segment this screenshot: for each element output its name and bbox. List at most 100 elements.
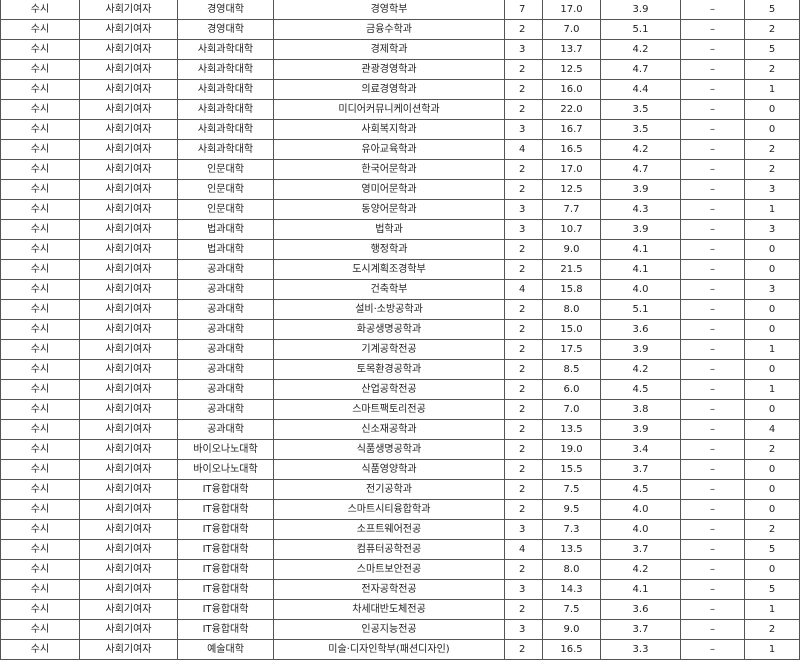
grade-cell: 4.1 [600,579,681,600]
grade-cell: 3.7 [600,459,681,480]
admission-type-cell: 수시 [0,559,80,580]
category-cell: 사회기여자 [79,559,178,580]
table-body: 수시 사회기여자 경영대학 경영학부 7 17.0 3.9–5 수시 사회기여자 경영대학 금융수학… [0,0,800,660]
department-cell: 행정학과 [273,239,505,260]
category-cell: 사회기여자 [79,459,178,480]
table-row: 수시 사회기여자 법과대학 법학과 3 10.7 3.9–3 [0,219,800,240]
category-cell: 사회기여자 [79,639,178,660]
category-cell: 사회기여자 [79,59,178,80]
waitlist-cell: 5 [744,539,800,560]
competition-rate-cell: 13.5 [542,419,601,440]
competition-rate-cell: 6.0 [542,379,601,400]
quota-cell: 4 [504,279,543,300]
category-cell: 사회기여자 [79,139,178,160]
dash-cell: – [680,259,745,280]
table-row: 수시 사회기여자 공과대학 산업공학전공 2 6.0 4.5–1 [0,379,800,400]
table-row: 수시 사회기여자 공과대학 도시계획조경학부 2 21.5 4.1–0 [0,259,800,280]
admission-type-cell: 수시 [0,539,80,560]
department-cell: 미디어커뮤니케이션학과 [273,99,505,120]
table-row: 수시 사회기여자 법과대학 행정학과 2 9.0 4.1–0 [0,239,800,260]
department-cell: 미술·디자인학부(패션디자인) [273,639,505,660]
waitlist-cell: 3 [744,219,800,240]
dash-cell: – [680,319,745,340]
competition-rate-cell: 17.0 [542,159,601,180]
category-cell: 사회기여자 [79,159,178,180]
department-cell: 인공지능전공 [273,619,505,640]
dash-cell: – [680,559,745,580]
grade-cell: 4.1 [600,259,681,280]
grade-cell: 4.3 [600,199,681,220]
category-cell: 사회기여자 [79,179,178,200]
admission-type-cell: 수시 [0,419,80,440]
table-row: 수시 사회기여자 IT융합대학 전자공학전공 3 14.3 4.1–5 [0,579,800,600]
grade-cell: 3.9 [600,339,681,360]
competition-rate-cell: 9.0 [542,619,601,640]
waitlist-cell: 0 [744,479,800,500]
admission-type-cell: 수시 [0,99,80,120]
college-cell: IT융합대학 [177,519,274,540]
department-cell: 전기공학과 [273,479,505,500]
table-row: 수시 사회기여자 공과대학 설비·소방공학과 2 8.0 5.1–0 [0,299,800,320]
waitlist-cell: 0 [744,319,800,340]
category-cell: 사회기여자 [79,299,178,320]
table-row: 수시 사회기여자 사회과학대학 의료경영학과 2 16.0 4.4–1 [0,79,800,100]
waitlist-cell: 2 [744,519,800,540]
category-cell: 사회기여자 [79,219,178,240]
college-cell: 사회과학대학 [177,59,274,80]
table-row: 수시 사회기여자 바이오나노대학 식품영양학과 2 15.5 3.7–0 [0,459,800,480]
table-row: 수시 사회기여자 IT융합대학 소프트웨어전공 3 7.3 4.0–2 [0,519,800,540]
table-row: 수시 사회기여자 IT융합대학 컴퓨터공학전공 4 13.5 3.7–5 [0,539,800,560]
quota-cell: 2 [504,419,543,440]
grade-cell: 4.4 [600,79,681,100]
grade-cell: 4.1 [600,239,681,260]
college-cell: 경영대학 [177,19,274,40]
department-cell: 식품생명공학과 [273,439,505,460]
category-cell: 사회기여자 [79,479,178,500]
college-cell: 공과대학 [177,339,274,360]
admission-type-cell: 수시 [0,179,80,200]
competition-rate-cell: 7.0 [542,399,601,420]
dash-cell: – [680,0,745,20]
college-cell: 공과대학 [177,399,274,420]
table-row: 수시 사회기여자 공과대학 스마트팩토리전공 2 7.0 3.8–0 [0,399,800,420]
admission-type-cell: 수시 [0,379,80,400]
college-cell: 공과대학 [177,259,274,280]
department-cell: 스마트시티융합학과 [273,499,505,520]
grade-cell: 3.4 [600,439,681,460]
dash-cell: – [680,59,745,80]
college-cell: IT융합대학 [177,559,274,580]
grade-cell: 5.1 [600,299,681,320]
category-cell: 사회기여자 [79,619,178,640]
table-row: 수시 사회기여자 예술대학 미술·디자인학부(패션디자인) 2 16.5 3.3–1 [0,639,800,660]
quota-cell: 3 [504,519,543,540]
college-cell: 바이오나노대학 [177,439,274,460]
quota-cell: 2 [504,639,543,660]
waitlist-cell: 0 [744,559,800,580]
department-cell: 경영학부 [273,0,505,20]
waitlist-cell: 0 [744,99,800,120]
grade-cell: 4.7 [600,59,681,80]
competition-rate-cell: 7.3 [542,519,601,540]
quota-cell: 2 [504,99,543,120]
waitlist-cell: 1 [744,599,800,620]
waitlist-cell: 2 [744,139,800,160]
quota-cell: 2 [504,179,543,200]
college-cell: 사회과학대학 [177,119,274,140]
waitlist-cell: 0 [744,239,800,260]
department-cell: 사회복지학과 [273,119,505,140]
admission-type-cell: 수시 [0,599,80,620]
category-cell: 사회기여자 [79,39,178,60]
dash-cell: – [680,99,745,120]
grade-cell: 4.2 [600,39,681,60]
admission-type-cell: 수시 [0,279,80,300]
department-cell: 기계공학전공 [273,339,505,360]
department-cell: 관광경영학과 [273,59,505,80]
category-cell: 사회기여자 [79,359,178,380]
dash-cell: – [680,579,745,600]
dash-cell: – [680,439,745,460]
grade-cell: 3.7 [600,619,681,640]
department-cell: 전자공학전공 [273,579,505,600]
table-row: 수시 사회기여자 인문대학 영미어문학과 2 12.5 3.9–3 [0,179,800,200]
college-cell: 사회과학대학 [177,139,274,160]
department-cell: 금융수학과 [273,19,505,40]
